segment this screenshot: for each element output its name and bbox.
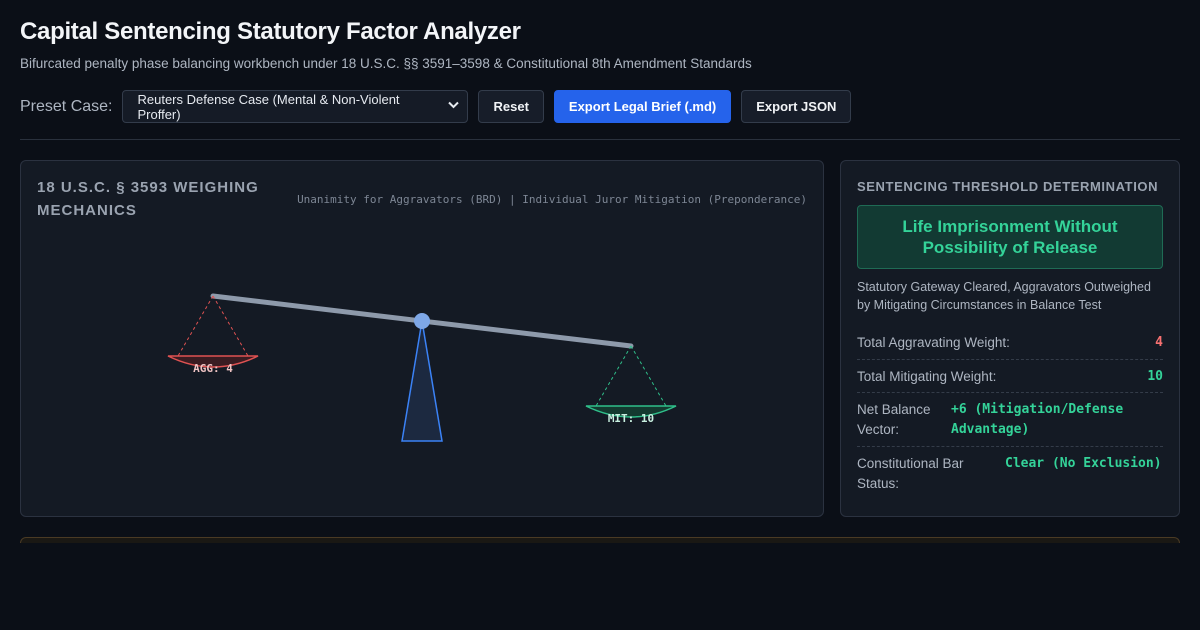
determination-heading: SENTENCING THRESHOLD DETERMINATION [857, 179, 1159, 194]
mitigating-total-value: 10 [1147, 369, 1163, 384]
verdict-badge: Life Imprisonment Without Possibility of… [857, 205, 1163, 269]
constitutional-bar-value: Clear (No Exclusion) [1005, 456, 1162, 471]
next-panel-edge [20, 537, 1180, 543]
net-balance-value: +6 (Mitigation/Defense Advantage) [951, 402, 1124, 437]
metric-row-mitigating: Total Mitigating Weight: 10 [857, 360, 1163, 393]
balance-scale: AGG: 4 MIT: 10 [167, 293, 677, 442]
metrics-list: Total Aggravating Weight: 4 Total Mitiga… [857, 327, 1163, 501]
fulcrum [401, 320, 443, 442]
metric-label: Total Mitigating Weight: [857, 369, 997, 384]
reset-button[interactable]: Reset [478, 90, 544, 123]
page-title: Capital Sentencing Statutory Factor Anal… [20, 18, 521, 45]
weighing-panel: 18 U.S.C. § 3593 WEIGHING MECHANICS Unan… [20, 160, 824, 517]
mitigating-weight-label: MIT: 10 [608, 412, 654, 425]
aggravating-total-value: 4 [1155, 335, 1163, 350]
metric-label: Constitutional Bar Status: [857, 456, 964, 491]
export-json-button[interactable]: Export JSON [741, 90, 852, 123]
preset-case-select[interactable]: Reuters Defense Case (Mental & Non-Viole… [122, 90, 469, 123]
header-divider [20, 139, 1180, 140]
export-legal-brief-button[interactable]: Export Legal Brief (.md) [553, 90, 732, 123]
aggravating-weight-label: AGG: 4 [193, 362, 233, 375]
toolbar: Preset Case: Reuters Defense Case (Menta… [20, 90, 852, 123]
metric-label: Total Aggravating Weight: [857, 335, 1010, 350]
beam-pivot [414, 313, 430, 329]
page-subtitle: Bifurcated penalty phase balancing workb… [20, 56, 752, 71]
verdict-description: Statutory Gateway Cleared, Aggravators O… [857, 280, 1151, 312]
metric-row-aggravating: Total Aggravating Weight: 4 [857, 327, 1163, 360]
determination-panel: SENTENCING THRESHOLD DETERMINATION Life … [840, 160, 1180, 517]
metric-row-net-balance: Net Balance Vector: +6 (Mitigation/Defen… [857, 393, 1163, 447]
app-page: Capital Sentencing Statutory Factor Anal… [0, 0, 1200, 630]
preset-case-value: Reuters Defense Case (Mental & Non-Viole… [137, 91, 400, 122]
preset-label: Preset Case: [20, 97, 113, 115]
metric-row-constitutional-bar: Constitutional Bar Status: Clear (No Exc… [857, 447, 1163, 501]
mitigating-pan: MIT: 10 [585, 345, 677, 425]
chevron-down-icon [448, 101, 460, 112]
aggravating-pan: AGG: 4 [167, 295, 259, 375]
metric-label: Net Balance Vector: [857, 402, 931, 437]
